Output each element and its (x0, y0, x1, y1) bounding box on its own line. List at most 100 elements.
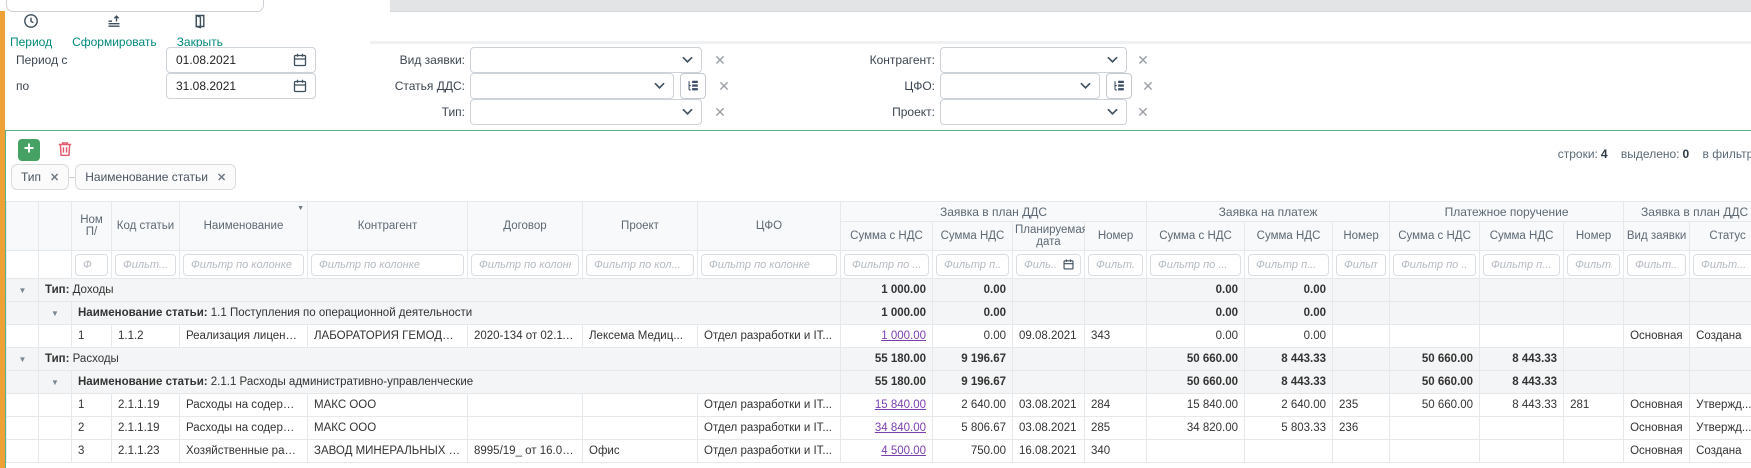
col-header-req_kind[interactable]: Вид заявки (1624, 222, 1690, 251)
filter-input-pay_vat[interactable] (1254, 258, 1323, 272)
col-header-project[interactable]: Проект (583, 202, 698, 251)
group-chip-type[interactable]: Тип ✕ (11, 164, 69, 190)
collapse-toggle[interactable]: ▼ (7, 279, 39, 302)
col-header-pay_sum[interactable]: Сумма с НДС (1147, 222, 1245, 251)
filter-input-cfo[interactable] (707, 258, 831, 272)
dds-article-label: Статья ДДС: (315, 73, 465, 99)
collapse-toggle[interactable]: ▼ (39, 371, 72, 394)
period-to-input[interactable] (174, 78, 292, 94)
col-header-code[interactable]: Код статьи (112, 202, 180, 251)
cfo-hierarchy-button[interactable] (1106, 73, 1132, 99)
cell-pay_num (1333, 302, 1390, 325)
period-from-field[interactable] (166, 47, 316, 73)
col-header-pay_num[interactable]: Номер (1333, 222, 1390, 251)
period-from-input[interactable] (174, 52, 292, 68)
filter-input-plan_vat[interactable] (942, 258, 1003, 272)
delete-row-button[interactable] (56, 140, 76, 160)
col-header-order_vat[interactable]: Сумма НДС (1480, 222, 1564, 251)
col-header-counterparty[interactable]: Контрагент (308, 202, 468, 251)
filter-input-code[interactable] (121, 258, 170, 272)
cell-pay_sum: 0.00 (1147, 302, 1245, 325)
cell-counterparty: МАКС ООО (308, 417, 468, 440)
filter-input-order_vat[interactable] (1489, 258, 1554, 272)
col-header-plan_num[interactable]: Номер (1085, 222, 1147, 251)
project-select[interactable] (940, 99, 1127, 125)
filter-input-status[interactable] (1699, 258, 1751, 272)
col-header-plan_date[interactable]: Планируемая дата (1013, 222, 1085, 251)
filter-input-pay_num[interactable] (1342, 258, 1380, 272)
close-button[interactable]: Закрыть (177, 13, 223, 49)
filter-input-plan_date[interactable] (1022, 258, 1059, 272)
sum-link[interactable]: 34 840.00 (875, 422, 926, 434)
col-header-pay_vat[interactable]: Сумма НДС (1245, 222, 1333, 251)
filter-cell (1624, 251, 1690, 279)
group-chip-label: Наименование статьи (85, 170, 208, 184)
sum-link[interactable]: 4 500.00 (881, 445, 926, 457)
filter-input-num[interactable] (81, 258, 102, 272)
filter-input-req_kind[interactable] (1633, 258, 1680, 272)
type-clear-icon[interactable]: ✕ (712, 99, 728, 125)
period-to-field[interactable] (166, 73, 316, 99)
dds-article-select[interactable] (470, 73, 674, 99)
col-header-order_num[interactable]: Номер (1564, 222, 1624, 251)
cell-order_sum: 50 660.00 (1390, 348, 1480, 371)
request-kind-label: Вид заявки: (315, 47, 465, 73)
filter-input-plan_num[interactable] (1094, 258, 1137, 272)
group-chip-article-name[interactable]: Наименование статьи ✕ (75, 164, 236, 190)
counterparty-label: Контрагент: (785, 47, 935, 73)
cell-plan_vat: 9 196.67 (933, 371, 1013, 394)
filter-input-pay_sum[interactable] (1156, 258, 1235, 272)
sum-link[interactable]: 15 840.00 (875, 399, 926, 411)
filter-input-name[interactable] (189, 258, 298, 272)
chip-remove-icon[interactable]: ✕ (50, 171, 59, 184)
collapse-toggle[interactable]: ▼ (7, 348, 39, 371)
filter-cell (583, 251, 698, 279)
expander-cell (7, 325, 39, 348)
cell-project: Офис (583, 440, 698, 463)
col-header-status[interactable]: Статус (1690, 222, 1751, 251)
chevron-down-icon: ▼ (51, 378, 59, 387)
col-header-contract[interactable]: Договор (468, 202, 583, 251)
period-button[interactable]: Период (10, 13, 52, 49)
filter-input-counterparty[interactable] (317, 258, 458, 272)
project-clear-icon[interactable]: ✕ (1135, 99, 1151, 125)
filter-input-plan_sum[interactable] (850, 258, 923, 272)
col-header-plan_sum[interactable]: Сумма с НДС (841, 222, 933, 251)
chip-remove-icon[interactable]: ✕ (217, 171, 226, 184)
col-header-cfo[interactable]: ЦФО (698, 202, 841, 251)
collapse-toggle[interactable]: ▼ (39, 302, 72, 325)
request-kind-select[interactable] (470, 47, 702, 73)
dds-article-hierarchy-button[interactable] (680, 73, 706, 99)
active-tab[interactable] (6, 0, 264, 12)
request-kind-clear-icon[interactable]: ✕ (712, 47, 728, 73)
filter-input-order_sum[interactable] (1399, 258, 1470, 272)
generate-button[interactable]: Сформировать (72, 13, 157, 49)
dds-article-clear-icon[interactable]: ✕ (716, 73, 732, 99)
filter-input-project[interactable] (592, 258, 688, 272)
calendar-icon[interactable] (292, 52, 308, 68)
type-select[interactable] (470, 99, 702, 125)
filter-input-contract[interactable] (477, 258, 573, 272)
cell-order_num (1564, 417, 1624, 440)
expander-cell (7, 394, 39, 417)
cfo-clear-icon[interactable]: ✕ (1140, 73, 1156, 99)
col-header-num[interactable]: Ном П/ (72, 202, 112, 251)
sum-link[interactable]: 1 000.00 (881, 330, 926, 342)
filter-input-order_num[interactable] (1573, 258, 1614, 272)
cfo-select[interactable] (940, 73, 1100, 99)
cell-name: Реализация лицензий (180, 325, 308, 348)
expander-cell (7, 371, 39, 394)
cell-pay_sum: 0.00 (1147, 279, 1245, 302)
col-header-name[interactable]: Наименование▼ (180, 202, 308, 251)
cell-plan_sum: 1 000.00 (841, 302, 933, 325)
group-row: ▼Тип: Доходы1 000.000.000.000.00 (7, 279, 1751, 302)
cell-plan_date: 16.08.2021 (1013, 440, 1085, 463)
col-header-plan_vat[interactable]: Сумма НДС (933, 222, 1013, 251)
col-header-order_sum[interactable]: Сумма с НДС (1390, 222, 1480, 251)
cell-status: Создана (1690, 440, 1751, 463)
table-row: 11.1.2Реализация лицензийЛАБОРАТОРИЯ ГЕМ… (7, 325, 1751, 348)
counterparty-clear-icon[interactable]: ✕ (1135, 47, 1151, 73)
calendar-icon[interactable] (292, 78, 308, 94)
add-row-button[interactable] (18, 139, 40, 161)
counterparty-select[interactable] (940, 47, 1127, 73)
